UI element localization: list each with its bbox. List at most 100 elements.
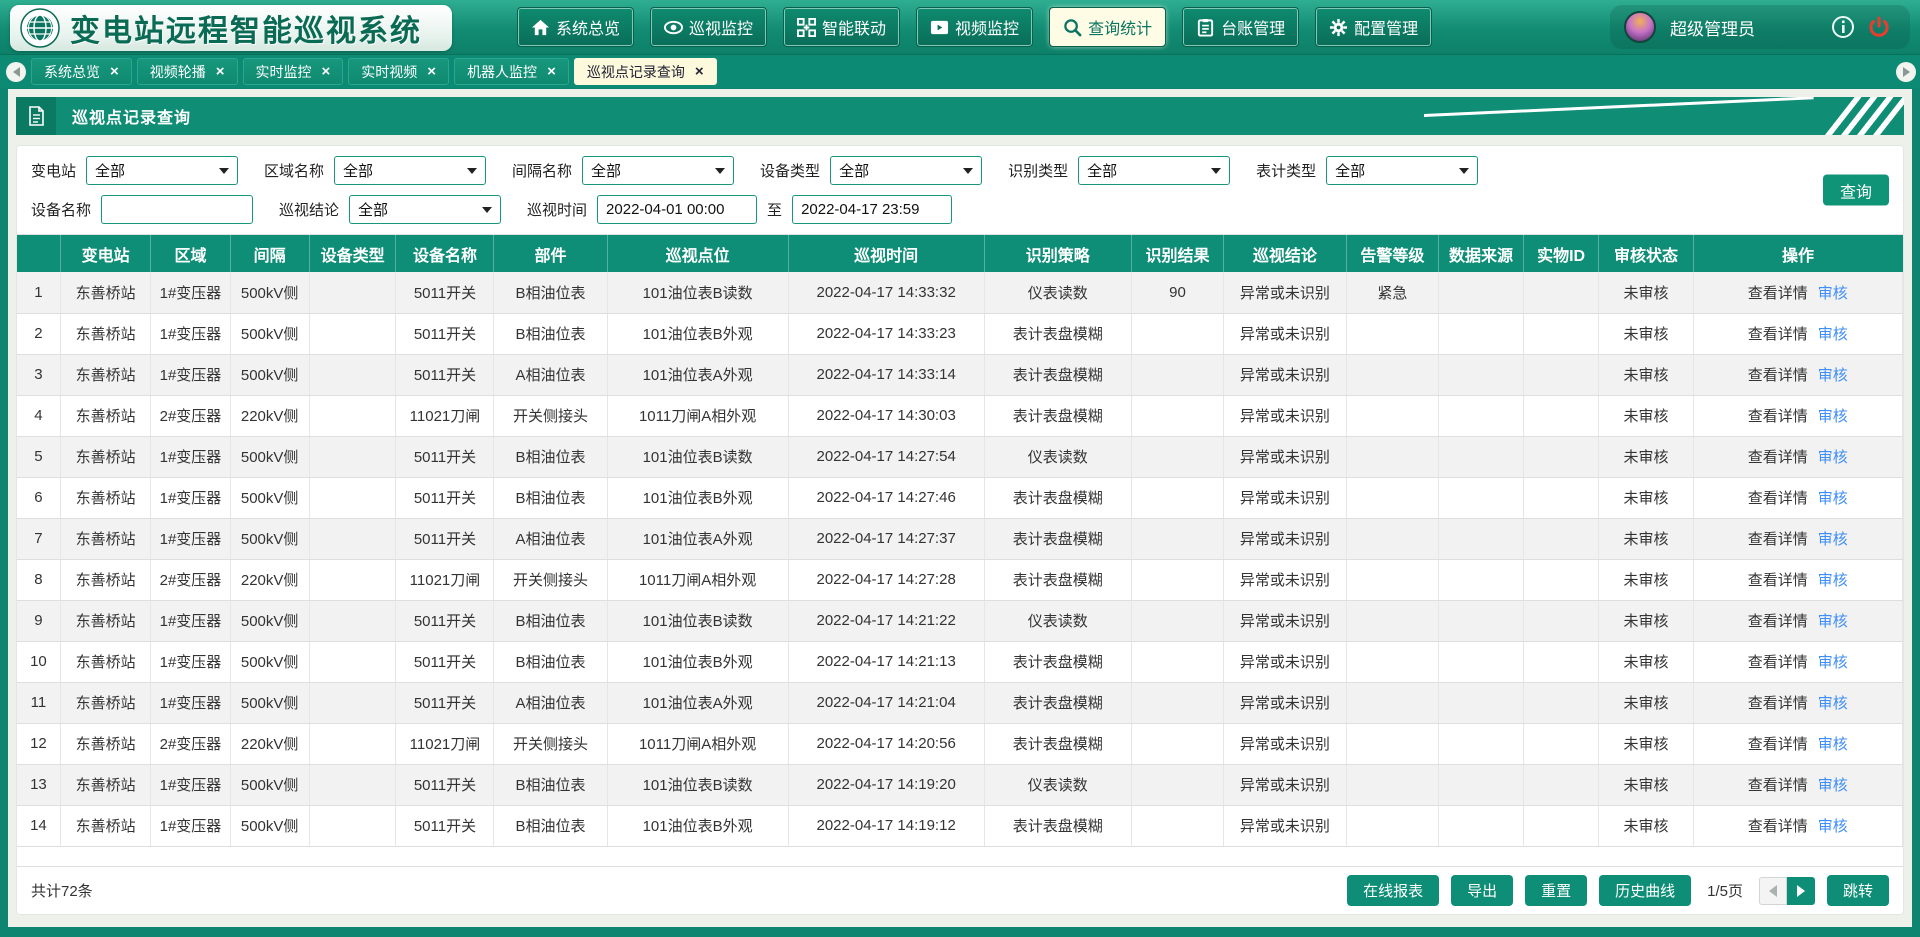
nav-button-eye[interactable]: 巡视监控 bbox=[651, 8, 766, 46]
nav-button-link[interactable]: 智能联动 bbox=[784, 8, 899, 46]
view-detail-link[interactable]: 查看详情 bbox=[1748, 777, 1808, 794]
table-cell bbox=[1439, 313, 1524, 354]
chevron-down-icon bbox=[482, 207, 492, 213]
user-avatar[interactable] bbox=[1624, 11, 1656, 43]
tab-item[interactable]: 实时视频× bbox=[348, 58, 449, 85]
tab-close-icon[interactable]: × bbox=[695, 64, 704, 79]
area-select[interactable]: 全部 bbox=[334, 156, 486, 185]
view-detail-link[interactable]: 查看详情 bbox=[1748, 695, 1808, 712]
nav-button-home[interactable]: 系统总览 bbox=[518, 8, 633, 46]
info-icon[interactable] bbox=[1832, 16, 1854, 38]
table-cell bbox=[1523, 518, 1598, 559]
view-detail-link[interactable]: 查看详情 bbox=[1748, 736, 1808, 753]
tab-item[interactable]: 视频轮播× bbox=[137, 58, 238, 85]
audit-link[interactable]: 审核 bbox=[1818, 654, 1848, 671]
jump-button[interactable]: 跳转 bbox=[1827, 875, 1889, 906]
tab-active[interactable]: 巡视点记录查询 × bbox=[574, 58, 717, 85]
table-cell: 1#变压器 bbox=[151, 518, 230, 559]
table-cell: 1#变压器 bbox=[151, 477, 230, 518]
time-to-input[interactable]: 2022-04-17 23:59 bbox=[792, 195, 952, 224]
tab-item[interactable]: 系统总览× bbox=[31, 58, 132, 85]
recognition-type-select[interactable]: 全部 bbox=[1078, 156, 1230, 185]
table-cell: 220kV侧 bbox=[230, 559, 309, 600]
device-type-select[interactable]: 全部 bbox=[830, 156, 982, 185]
tab-item[interactable]: 实时监控 × bbox=[243, 58, 344, 85]
chevron-down-icon bbox=[1211, 168, 1221, 174]
view-detail-link[interactable]: 查看详情 bbox=[1748, 654, 1808, 671]
view-detail-link[interactable]: 查看详情 bbox=[1748, 572, 1808, 589]
column-header: 区域 bbox=[151, 235, 230, 272]
open-tabs: 系统总览×视频轮播×实时监控×实时视频×机器人监控×巡视点记录查询× bbox=[31, 58, 717, 85]
tab-close-icon[interactable]: × bbox=[216, 64, 225, 79]
bay-select[interactable]: 全部 bbox=[582, 156, 734, 185]
audit-link[interactable]: 审核 bbox=[1818, 531, 1848, 548]
table-cell: 1#变压器 bbox=[151, 354, 230, 395]
view-detail-link[interactable]: 查看详情 bbox=[1748, 531, 1808, 548]
nav-label: 配置管理 bbox=[1354, 15, 1418, 39]
prev-page-button[interactable] bbox=[1759, 877, 1787, 905]
tab-close-icon[interactable]: × bbox=[427, 64, 436, 79]
tab-item[interactable]: 机器人监控× bbox=[454, 58, 569, 85]
audit-link[interactable]: 审核 bbox=[1818, 613, 1848, 630]
view-detail-link[interactable]: 查看详情 bbox=[1748, 613, 1808, 630]
nav-button-video[interactable]: 视频监控 bbox=[917, 8, 1032, 46]
view-detail-link[interactable]: 查看详情 bbox=[1748, 818, 1808, 835]
table-cell: 东善桥站 bbox=[60, 354, 151, 395]
audit-link[interactable]: 审核 bbox=[1818, 367, 1848, 384]
view-detail-link[interactable]: 查看详情 bbox=[1748, 449, 1808, 466]
nav-button-gear[interactable]: 配置管理 bbox=[1316, 8, 1431, 46]
view-detail-link[interactable]: 查看详情 bbox=[1748, 490, 1808, 507]
view-detail-link[interactable]: 查看详情 bbox=[1748, 408, 1808, 425]
reset-button[interactable]: 重置 bbox=[1525, 875, 1587, 906]
table-cell: 90 bbox=[1131, 272, 1223, 313]
audit-link[interactable]: 审核 bbox=[1818, 449, 1848, 466]
tab-label: 实时监控 bbox=[256, 62, 312, 82]
device-name-input[interactable] bbox=[110, 201, 244, 218]
table-cell: 表计表盘模糊 bbox=[984, 723, 1131, 764]
export-button[interactable]: 导出 bbox=[1451, 875, 1513, 906]
table-cell bbox=[1523, 477, 1598, 518]
table-cell bbox=[309, 600, 396, 641]
view-detail-link[interactable]: 查看详情 bbox=[1748, 326, 1808, 343]
nav-button-clipboard[interactable]: 台账管理 bbox=[1183, 8, 1298, 46]
audit-link[interactable]: 审核 bbox=[1818, 572, 1848, 589]
station-select[interactable]: 全部 bbox=[86, 156, 238, 185]
power-logout-icon[interactable] bbox=[1868, 16, 1890, 38]
tab-close-icon[interactable]: × bbox=[547, 64, 556, 79]
audit-link[interactable]: 审核 bbox=[1818, 818, 1848, 835]
query-button[interactable]: 查询 bbox=[1823, 175, 1889, 206]
conclusion-select[interactable]: 全部 bbox=[349, 195, 501, 224]
table-cell: A相油位表 bbox=[494, 354, 607, 395]
time-from-input[interactable]: 2022-04-01 00:00 bbox=[597, 195, 757, 224]
audit-link[interactable]: 审核 bbox=[1818, 695, 1848, 712]
tabs-scroll-left-icon[interactable] bbox=[6, 62, 26, 82]
table-cell: 异常或未识别 bbox=[1224, 559, 1347, 600]
view-detail-link[interactable]: 查看详情 bbox=[1748, 285, 1808, 302]
view-detail-link[interactable]: 查看详情 bbox=[1748, 367, 1808, 384]
table-cell: 101油位表B外观 bbox=[607, 477, 788, 518]
tab-label: 巡视点记录查询 bbox=[587, 62, 685, 82]
user-name: 超级管理员 bbox=[1670, 15, 1818, 40]
table-cell-actions: 查看详情审核 bbox=[1693, 272, 1902, 313]
table-cell bbox=[1346, 395, 1438, 436]
tab-close-icon[interactable]: × bbox=[322, 64, 331, 79]
audit-link[interactable]: 审核 bbox=[1818, 490, 1848, 507]
table-cell bbox=[309, 436, 396, 477]
online-report-button[interactable]: 在线报表 bbox=[1347, 875, 1439, 906]
table-cell: 东善桥站 bbox=[60, 395, 151, 436]
table-cell: 101油位表B读数 bbox=[607, 764, 788, 805]
tab-close-icon[interactable]: × bbox=[110, 64, 119, 79]
audit-link[interactable]: 审核 bbox=[1818, 326, 1848, 343]
audit-link[interactable]: 审核 bbox=[1818, 285, 1848, 302]
nav-button-search[interactable]: 查询统计 bbox=[1050, 8, 1165, 46]
audit-link[interactable]: 审核 bbox=[1818, 736, 1848, 753]
next-page-button[interactable] bbox=[1787, 877, 1815, 905]
table-cell: 5011开关 bbox=[396, 436, 494, 477]
audit-link[interactable]: 审核 bbox=[1818, 777, 1848, 794]
tabs-scroll-right-icon[interactable] bbox=[1896, 62, 1916, 82]
table-cell bbox=[1346, 559, 1438, 600]
history-curve-button[interactable]: 历史曲线 bbox=[1599, 875, 1691, 906]
table-cell: 表计表盘模糊 bbox=[984, 518, 1131, 559]
meter-type-select[interactable]: 全部 bbox=[1326, 156, 1478, 185]
audit-link[interactable]: 审核 bbox=[1818, 408, 1848, 425]
